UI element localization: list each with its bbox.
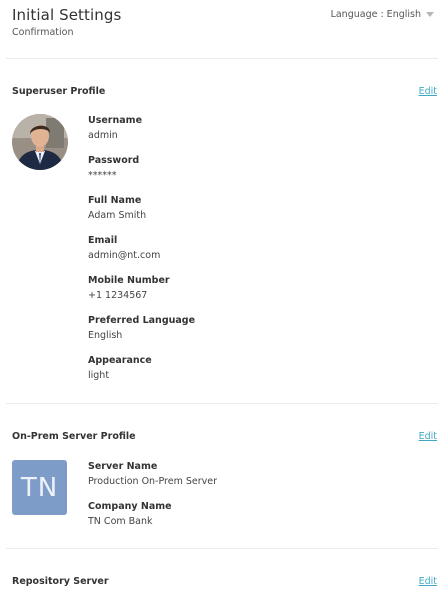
- superuser-fields: Username admin Password ****** Full Name…: [88, 113, 195, 393]
- field-value: +1 1234567: [88, 290, 148, 301]
- language-selector[interactable]: Language : English: [331, 9, 434, 20]
- field-value: light: [88, 370, 110, 381]
- field-label: Mobile Number: [88, 275, 170, 286]
- field-label: Appearance: [88, 355, 152, 366]
- divider: [6, 58, 438, 59]
- field-value: English: [88, 330, 123, 341]
- superuser-profile-title: Superuser Profile: [12, 86, 106, 97]
- server-avatar: TN: [12, 460, 67, 515]
- field-full-name: Full Name Adam Smith: [88, 193, 195, 233]
- field-value: admin: [88, 130, 118, 141]
- field-mobile-number: Mobile Number +1 1234567: [88, 273, 195, 313]
- field-appearance: Appearance light: [88, 353, 195, 393]
- field-email: Email admin@nt.com: [88, 233, 195, 273]
- field-label: Password: [88, 155, 140, 166]
- language-selector-label: Language : English: [330, 9, 421, 20]
- user-avatar-icon: [12, 114, 68, 170]
- field-value: Production On-Prem Server: [88, 476, 218, 487]
- field-password: Password ******: [88, 153, 195, 193]
- divider: [6, 548, 438, 549]
- field-username: Username admin: [88, 113, 195, 153]
- page-header: Initial Settings Confirmation: [12, 6, 121, 38]
- onprem-fields: Server Name Production On-Prem Server Co…: [88, 459, 217, 539]
- field-label: Full Name: [88, 195, 142, 206]
- field-value: admin@nt.com: [88, 250, 161, 261]
- field-label: Company Name: [88, 501, 172, 512]
- field-label: Preferred Language: [88, 315, 196, 326]
- onprem-edit-link[interactable]: Edit: [419, 431, 437, 442]
- repository-edit-link[interactable]: Edit: [419, 576, 437, 587]
- field-preferred-language: Preferred Language English: [88, 313, 195, 353]
- repository-server-title: Repository Server: [12, 576, 109, 587]
- profile-photo-avatar: [12, 114, 68, 170]
- page-subtitle: Confirmation: [12, 27, 74, 38]
- page-title: Initial Settings: [12, 6, 122, 24]
- superuser-edit-link[interactable]: Edit: [419, 86, 437, 97]
- field-value: Adam Smith: [88, 210, 147, 221]
- initial-settings-page: Initial Settings Confirmation Language :…: [0, 0, 442, 590]
- field-company-name: Company Name TN Com Bank: [88, 499, 217, 539]
- field-label: Username: [88, 115, 143, 126]
- field-label: Server Name: [88, 461, 158, 472]
- field-label: Email: [88, 235, 118, 246]
- onprem-server-profile-title: On-Prem Server Profile: [12, 431, 136, 442]
- field-value: ******: [88, 170, 117, 181]
- divider: [6, 403, 438, 404]
- chevron-down-icon: [426, 12, 434, 17]
- field-value: TN Com Bank: [88, 516, 153, 527]
- field-server-name: Server Name Production On-Prem Server: [88, 459, 217, 499]
